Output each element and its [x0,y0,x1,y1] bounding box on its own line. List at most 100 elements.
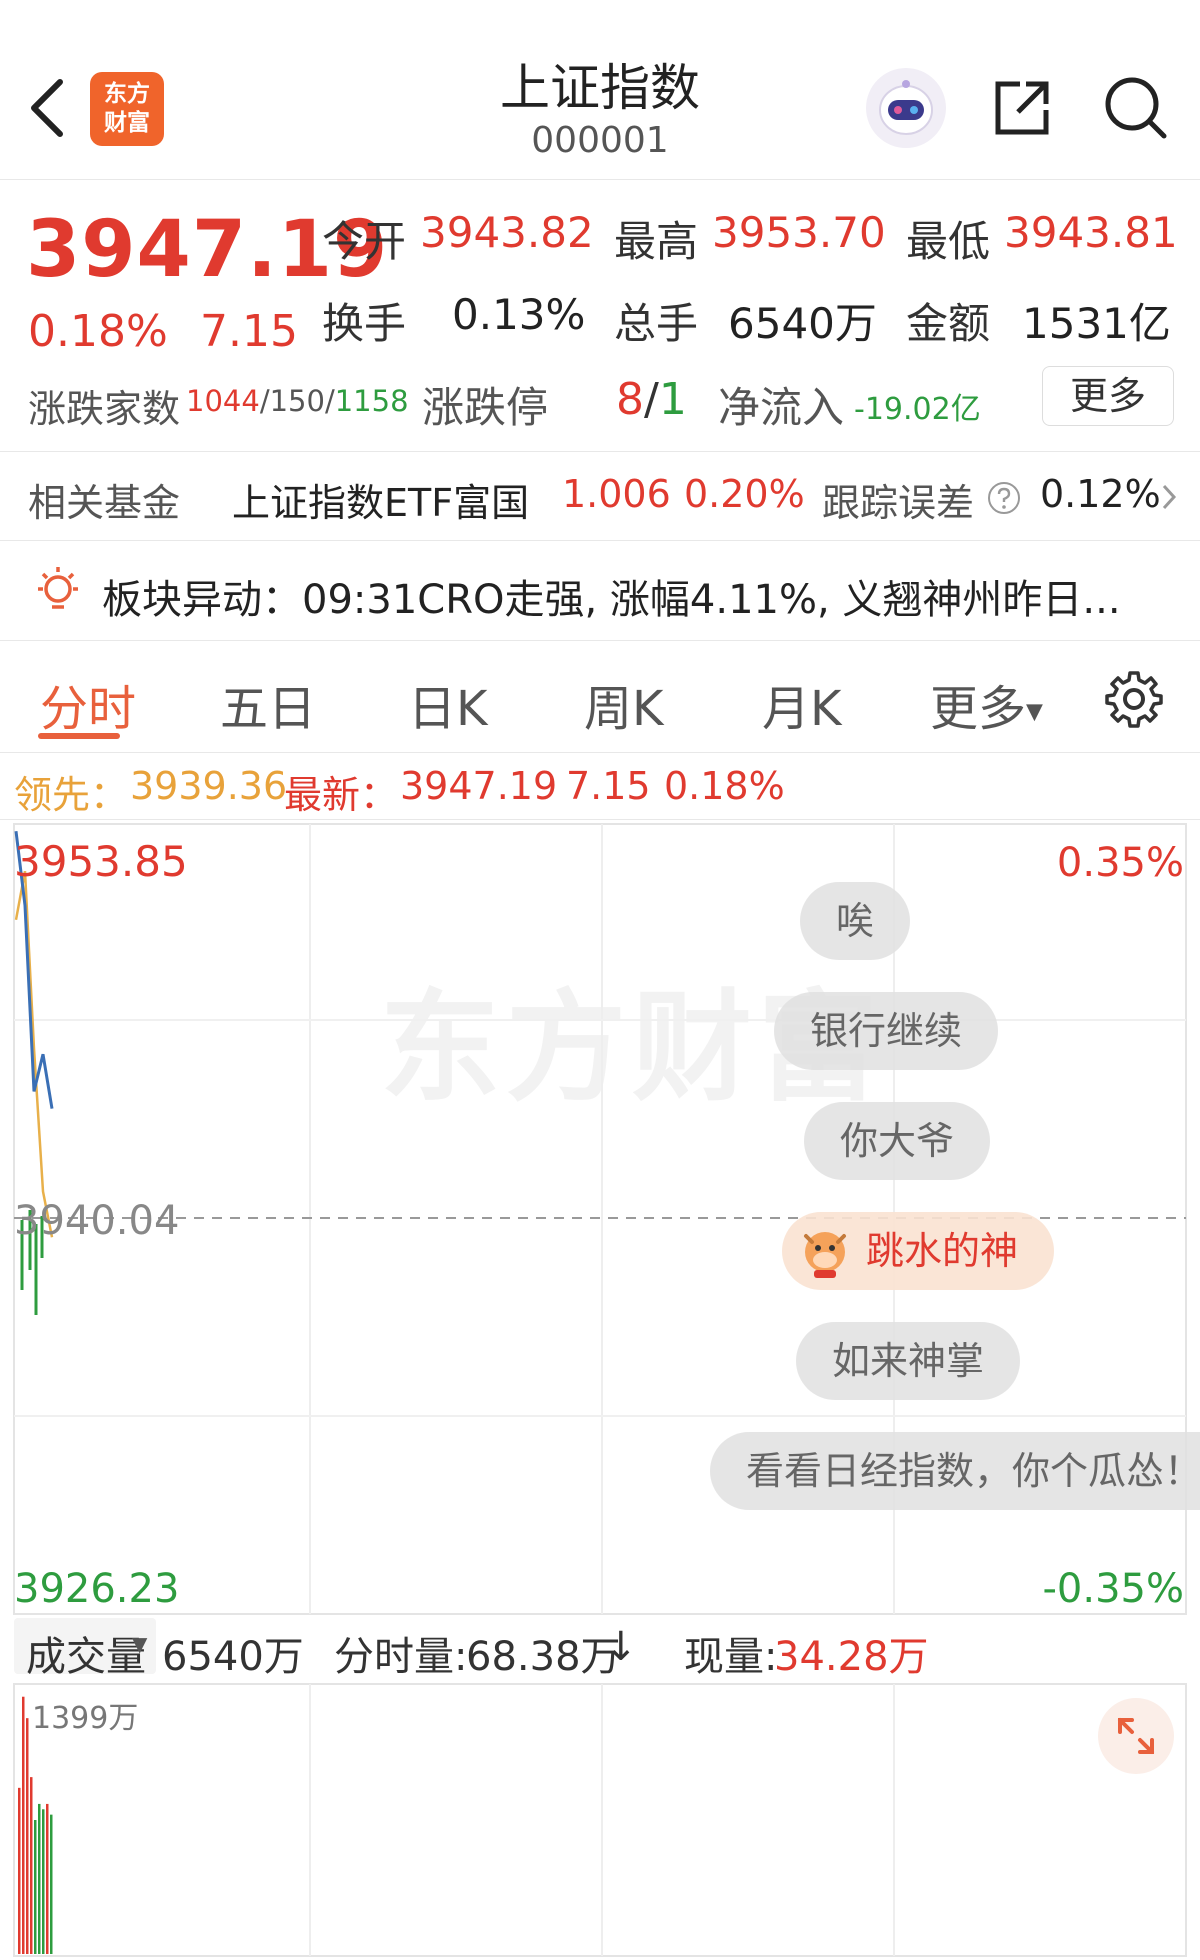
page-title: 上证指数 [500,59,700,117]
status-bar [0,0,1200,14]
chart-mid-price: 3940.04 [14,1198,179,1244]
latest-value: 3947.19 [400,764,558,808]
up-count: 1044 [186,384,260,418]
chart-bottom-price: 3926.23 [14,1566,179,1612]
latest-label: 最新： [284,773,399,817]
sector-alert-row[interactable]: 板块异动：09:31CRO走强, 涨幅4.11%, 义翘神州昨日... [0,541,1200,641]
limit-down: 1 [658,374,687,425]
low-value: 3943.81 [1004,208,1178,257]
chart-top-price: 3953.85 [14,837,188,886]
volume-bar [18,1787,21,1954]
sector-alert-text: 板块异动：09:31CRO走强, 涨幅4.11%, 义翘神州昨日... [102,577,1121,623]
volume-max-label: 1399万 [32,1701,138,1736]
help-icon[interactable] [986,480,1022,516]
search-icon[interactable] [1100,72,1170,142]
sep-2: / [324,384,335,418]
high-label: 最高 [614,217,699,266]
lightbulb-icon [38,567,78,609]
bubble-text: 跳水的神 [866,1229,1019,1273]
latest-change: 7.15 [566,764,651,808]
comment-bubble-highlight[interactable]: 跳水的神 [782,1212,1055,1290]
volume-bar [30,1777,33,1954]
average-price-line [14,870,54,1238]
tab-five-day[interactable]: 五日 [220,669,316,739]
amount-label: 金额 [906,299,991,348]
volume-bar [38,1803,41,1954]
cow-mascot-icon [804,1232,846,1278]
expand-arrows-icon [1118,1718,1154,1754]
change-percent: 0.18% [28,306,168,357]
change-amount: 7.15 [200,306,298,357]
logo-line-2: 财富 [104,110,150,136]
down-count: 1158 [334,384,409,418]
comment-bubble[interactable]: 你大爷 [804,1102,991,1180]
inflow-label: 净流入 [718,383,845,432]
volume-label: 总手 [614,299,699,348]
fund-price: 1.006 [562,472,671,516]
volume-total: 6540万 [162,1634,304,1680]
fund-name: 上证指数ETF富国 [232,481,530,525]
settings-gear-icon[interactable] [1104,669,1164,729]
tab-more-label: 更多 [930,681,1027,737]
more-button[interactable]: 更多 [1042,366,1174,426]
breadth-label: 涨跌家数 [28,387,181,431]
limit-values: 8/1 [616,374,687,425]
tab-monthly-k[interactable]: 月K [762,669,841,739]
tracking-error-value: 0.12% [1040,472,1161,516]
current-volume-label: 现量: [684,1634,778,1680]
share-icon[interactable] [990,76,1054,140]
latest-percent: 0.18% [664,764,785,808]
turnover-value: 0.13% [452,290,586,339]
volume-bar [46,1803,49,1954]
fund-percent: 0.20% [684,472,805,516]
volume-selector-label: 成交量 [26,1634,146,1680]
dropdown-caret-icon: ▼ [132,1632,148,1656]
volume-bar [26,1718,29,1954]
volume-selector[interactable]: 成交量 ▼ [14,1618,156,1680]
intraday-chart[interactable]: 3953.85 0.35% 3940.04 3926.23 -0.35% 139… [0,820,1200,1960]
chart-bottom-percent: -0.35% [1042,1566,1184,1612]
minute-volume-label: 分时量: [334,1634,468,1680]
comment-bubble[interactable]: 唉 [800,882,911,960]
active-tab-indicator [38,733,120,739]
amount-value: 1531亿 [1022,299,1171,348]
chart-info-row: 领先： 3939.36 最新： 3947.19 7.15 0.18% [0,754,1200,820]
low-label: 最低 [906,217,991,266]
back-arrow-icon[interactable] [24,76,74,140]
comment-bubble[interactable]: 如来神掌 [796,1322,1021,1400]
comment-bubble[interactable]: 看看日经指数，你个瓜怂！ [710,1432,1200,1510]
inflow-value: -19.02亿 [854,392,981,427]
limit-up: 8 [616,374,644,425]
comment-bubble[interactable]: 银行继续 [774,992,999,1070]
expand-button[interactable] [1098,1698,1174,1774]
minute-volume-value: 68.38万 [466,1634,621,1680]
volume-info-row: 成交量 ▼ 6540万 分时量: 68.38万 ↓ 现量: 34.28万 [0,1612,1200,1684]
related-fund-row[interactable]: 相关基金 上证指数ETF富国 1.006 0.20% 跟踪误差 0.12% [0,452,1200,540]
limit-label: 涨跌停 [422,383,549,432]
volume-panel-frame [13,1683,1187,1957]
open-value: 3943.82 [420,208,594,257]
header-bar: 东方 财富 上证指数 000001 [0,0,1200,180]
tab-daily-k[interactable]: 日K [408,669,487,739]
volume-value: 6540万 [728,299,877,348]
robot-assistant-icon[interactable] [866,68,946,148]
tab-more[interactable]: 更多▼ [930,669,1043,739]
limit-sep: / [644,374,659,425]
volume-bar [22,1696,25,1954]
volume-bar [42,1809,45,1954]
current-volume-value: 34.28万 [774,1634,929,1680]
tracking-error-label: 跟踪误差 [822,481,975,525]
tab-weekly-k[interactable]: 周K [584,669,663,739]
app-logo: 东方 财富 [90,72,164,146]
turnover-label: 换手 [322,299,407,348]
lead-value: 3939.36 [130,764,288,808]
tab-intraday[interactable]: 分时 [40,669,136,739]
volume-bar [50,1814,53,1954]
high-value: 3953.70 [712,208,886,257]
fund-section-label: 相关基金 [28,481,181,525]
volume-bar [34,1820,37,1954]
chart-tabs: 分时 五日 日K 周K 月K 更多▼ [0,641,1200,753]
breadth-values: 1044/150/1158 [186,384,409,418]
dropdown-caret-icon: ▼ [1026,699,1043,725]
flat-count: 150 [269,384,325,418]
